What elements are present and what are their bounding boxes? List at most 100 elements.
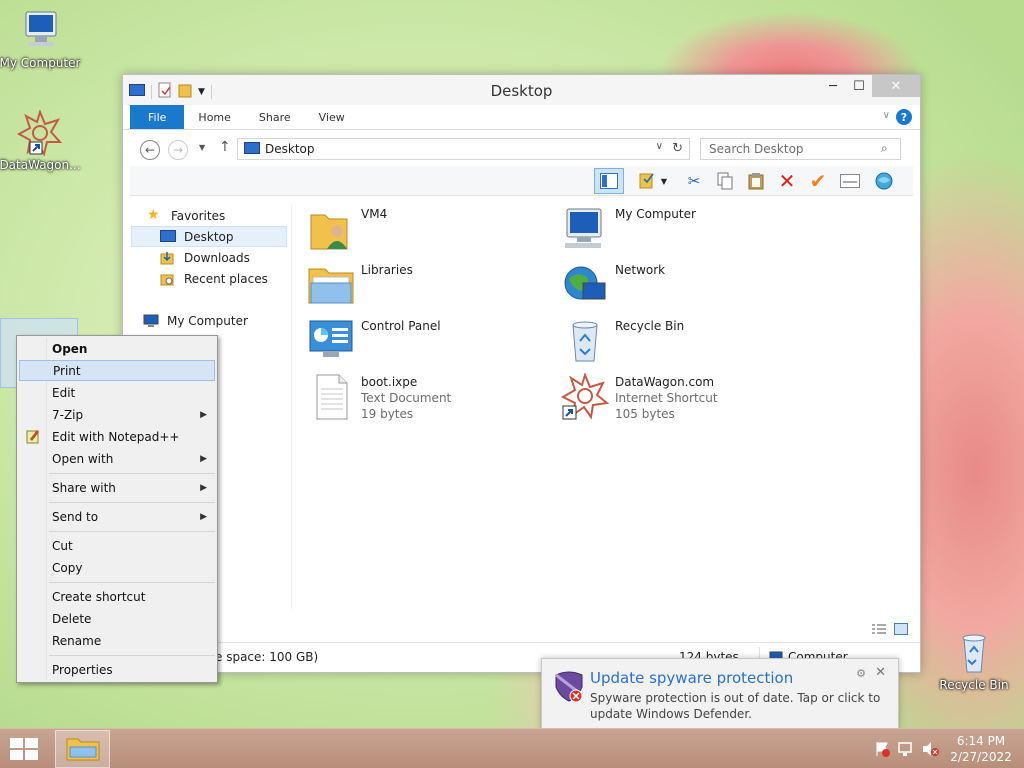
back-button[interactable]: ← [140,140,160,160]
desktop-folder-icon [244,141,260,157]
desktop-icon-my-computer[interactable]: My Computer [0,8,82,70]
nav-downloads[interactable]: Downloads [131,247,287,268]
menu-item-label: Create shortcut [52,589,146,604]
menu-item-copy[interactable]: Copy [19,557,215,578]
search-icon[interactable]: ⌕ [881,141,888,156]
file-item[interactable]: boot.ixpe Text Document 19 bytes [307,373,547,423]
file-item[interactable]: VM4 [307,205,547,255]
close-icon[interactable]: ✕ [872,75,920,97]
forward-button[interactable]: → [168,140,188,160]
menu-item-properties[interactable]: Properties [19,659,215,680]
address-dropdown-icon[interactable]: ∨ [656,141,663,152]
recycle-bin-icon [561,317,609,365]
nav-desktop[interactable]: Desktop [131,226,287,247]
maximize-icon[interactable]: ☐ [846,75,872,97]
window-title: Desktop [490,82,553,100]
tab-file[interactable]: File [130,105,185,129]
status-free-space: e space: 100 GB) [215,650,319,664]
delete-icon[interactable]: ✕ [775,169,799,193]
defender-shield-icon [552,669,586,706]
nav-favorites[interactable]: ★ Favorites [147,205,303,226]
address-bar[interactable]: Desktop ∨ ↻ [237,138,690,160]
menu-item-label: Rename [52,633,102,648]
folder-icon [66,735,100,764]
view-dropdown-icon[interactable]: ▼ [658,170,670,192]
nav-item-label: Downloads [184,250,250,265]
globe-icon[interactable] [872,170,896,192]
file-item[interactable]: Recycle Bin [561,317,801,367]
menu-item-label: Print [53,363,81,378]
notification-close-icon[interactable]: ✕ [875,665,886,680]
paste-icon[interactable] [744,170,768,192]
menu-item-send-to[interactable]: Send to ▶ [19,506,215,527]
search-input[interactable]: Search Desktop [700,138,901,160]
clock-date: 2/27/2022 [950,750,1012,764]
network-icon[interactable] [898,741,914,760]
menu-item-open-with[interactable]: Open with ▶ [19,448,215,469]
menu-item-delete[interactable]: Delete [19,608,215,629]
nav-recent-places[interactable]: Recent places [131,268,287,289]
datawagon-logo-icon [16,109,64,157]
menu-item-rename[interactable]: Rename [19,630,215,651]
refresh-icon[interactable]: ↻ [672,141,683,156]
menu-item-edit-with-notepad[interactable]: Edit with Notepad++ [19,426,215,447]
submenu-arrow-icon: ▶ [200,409,207,420]
menu-item-create-shortcut[interactable]: Create shortcut [19,586,215,607]
file-name: boot.ixpe [361,375,418,389]
menu-item-share-with[interactable]: Share with ▶ [19,477,215,498]
file-item[interactable]: Libraries [307,261,547,311]
nav-my-computer[interactable]: My Computer [131,310,287,331]
up-arrow-icon[interactable]: ↑ [219,139,231,155]
volume-muted-icon[interactable] [922,741,940,760]
desktop-icon-recycle-bin[interactable]: Recycle Bin [932,630,1016,692]
star-icon: ★ [147,207,160,223]
computer-icon [16,8,64,54]
recent-locations-icon[interactable]: ▼ [199,143,205,152]
preview-pane-icon[interactable] [594,168,624,194]
menu-item-print[interactable]: Print [19,360,215,381]
minimize-icon[interactable]: ─ [820,75,846,97]
menu-item-label: 7-Zip [52,407,84,422]
recent-places-icon [160,272,178,286]
file-list: VM4 My Computer Libraries Network Contro… [293,205,913,641]
file-name: DataWagon.com [615,375,715,389]
properties-toolbar-icon[interactable] [838,170,862,192]
file-item[interactable]: Control Panel [307,317,547,367]
defender-notification[interactable]: Update spyware protection Spyware protec… [541,658,899,731]
expand-ribbon-icon[interactable]: ∨ [883,110,890,121]
clock[interactable]: 6:14 PM 2/27/2022 [946,733,1016,765]
notification-title: Update spyware protection [590,669,794,687]
help-icon[interactable]: ? [896,109,912,125]
rename-check-icon[interactable]: ✔ [806,169,830,193]
start-button[interactable] [10,738,38,763]
copy-icon[interactable] [713,170,737,192]
desktop-icon-datawagon[interactable]: DataWagon... [0,109,82,172]
file-item[interactable]: My Computer [561,205,801,255]
tab-share[interactable]: Share [245,105,305,129]
file-item[interactable]: DataWagon.com Internet Shortcut 105 byte… [560,372,801,423]
menu-item-edit[interactable]: Edit [19,382,215,403]
menu-item-label: Edit with Notepad++ [52,429,180,444]
file-size: 19 bytes [361,407,414,421]
action-center-flag-icon[interactable] [874,741,890,760]
settings-gear-icon[interactable]: ⚙ [856,667,866,680]
menu-item-label: Share with [52,480,116,495]
libraries-icon [307,261,355,309]
tab-view[interactable]: View [305,105,359,129]
nav-pane-divider[interactable] [291,205,292,609]
menu-item-cut[interactable]: Cut [19,535,215,556]
internet-shortcut-icon [560,372,610,421]
cut-icon[interactable]: ✂ [682,170,706,192]
menu-item-7zip[interactable]: 7-Zip ▶ [19,404,215,425]
file-item[interactable]: Network [561,261,801,311]
computer-icon [561,205,609,253]
file-name: My Computer [615,207,696,221]
file-size: 105 bytes [615,407,675,421]
file-explorer-taskbar-button[interactable] [55,730,110,768]
large-icons-view-icon[interactable] [894,623,908,638]
menu-item-open[interactable]: Open [19,338,215,359]
tab-home[interactable]: Home [184,105,244,129]
nav-favorites-label: Favorites [171,208,226,223]
details-view-icon[interactable] [872,623,886,638]
select-checkbox-icon[interactable] [636,170,660,192]
